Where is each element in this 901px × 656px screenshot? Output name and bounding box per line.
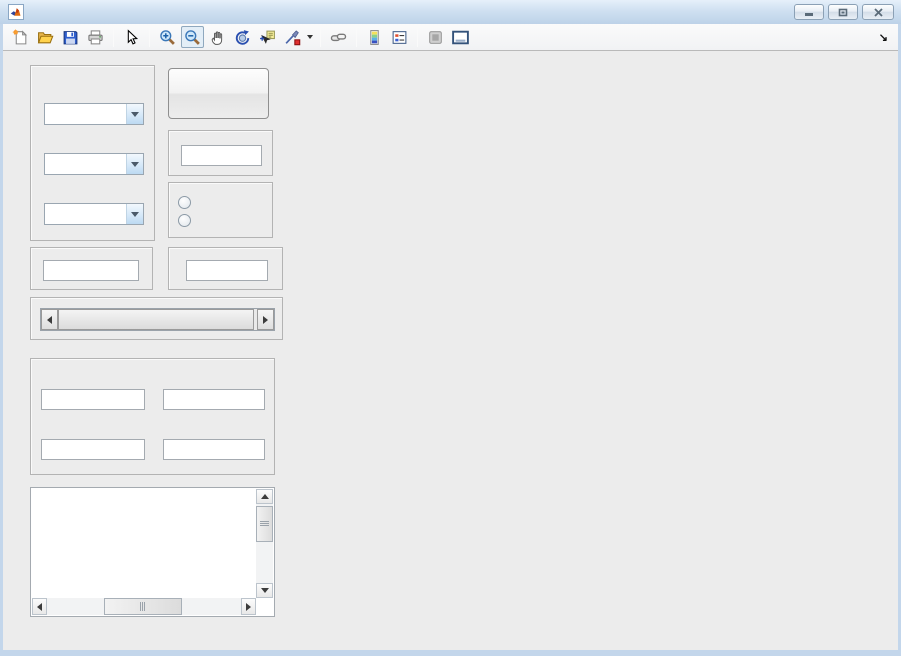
atom-b-dropdown[interactable] — [44, 153, 144, 175]
plot-type-listbox[interactable] — [30, 487, 275, 617]
matlab-logo-icon — [8, 4, 24, 20]
save-figure-icon[interactable] — [59, 26, 82, 48]
print-figure-icon[interactable] — [84, 26, 107, 48]
bc-distance-input[interactable] — [41, 439, 145, 460]
toolbar-separator — [417, 27, 418, 47]
pan-icon[interactable] — [206, 26, 229, 48]
cutoff-input[interactable] — [186, 260, 268, 281]
ab-momentum-input[interactable] — [163, 389, 265, 410]
figure-toolbar: ↘ — [3, 24, 898, 51]
calculation-type-panel — [168, 182, 273, 238]
open-file-icon[interactable] — [34, 26, 57, 48]
radio-icon[interactable] — [178, 196, 191, 209]
initial-conditions-panel — [30, 358, 275, 475]
collision-angle-panel — [30, 297, 283, 340]
scroll-left-icon[interactable] — [32, 598, 47, 615]
toolbar-separator — [320, 27, 321, 47]
zoom-out-icon[interactable] — [181, 26, 204, 48]
scrollbar-thumb[interactable] — [104, 598, 182, 615]
maximize-button[interactable] — [828, 4, 858, 20]
app-window: ↘ — [0, 0, 901, 656]
figure-canvas — [3, 51, 898, 650]
radio-icon[interactable] — [178, 214, 191, 227]
rotate-3d-icon[interactable] — [231, 26, 254, 48]
close-button[interactable] — [862, 4, 894, 20]
cutoff-panel — [168, 247, 283, 290]
atom-types-panel — [30, 65, 155, 241]
scrollbar-thumb[interactable] — [256, 506, 273, 542]
horizontal-scrollbar[interactable] — [32, 598, 256, 615]
chevron-down-icon[interactable] — [126, 104, 143, 124]
title-bar — [0, 0, 901, 24]
toolbar-separator — [113, 27, 114, 47]
scroll-right-icon[interactable] — [241, 598, 256, 615]
bc-momentum-input[interactable] — [163, 439, 265, 460]
brush-data-icon[interactable] — [281, 26, 304, 48]
new-figure-icon[interactable] — [9, 26, 32, 48]
collision-angle-slider[interactable] — [40, 308, 275, 331]
atom-c-dropdown[interactable] — [44, 203, 144, 225]
brush-dropdown-caret[interactable] — [305, 26, 315, 48]
minimize-button[interactable] — [794, 4, 824, 20]
steps-input[interactable] — [43, 260, 139, 281]
vertical-scrollbar[interactable] — [256, 489, 273, 598]
hide-plot-tools-icon[interactable] — [424, 26, 447, 48]
dynamics-radio[interactable] — [178, 196, 197, 209]
ab-distance-input[interactable] — [41, 389, 145, 410]
slider-thumb[interactable] — [58, 309, 254, 330]
slider-left-arrow[interactable] — [41, 309, 58, 330]
toolbar-overflow-icon[interactable]: ↘ — [879, 31, 888, 44]
insert-legend-icon[interactable] — [388, 26, 411, 48]
scroll-down-icon[interactable] — [256, 583, 273, 598]
listbox-items — [32, 489, 256, 598]
edit-plot-icon[interactable] — [120, 26, 143, 48]
mep-radio[interactable] — [178, 214, 197, 227]
toolbar-separator — [356, 27, 357, 47]
link-plot-icon[interactable] — [327, 26, 350, 48]
chevron-down-icon[interactable] — [126, 154, 143, 174]
data-cursor-icon[interactable] — [256, 26, 279, 48]
zoom-in-icon[interactable] — [156, 26, 179, 48]
delta-value-panel — [168, 130, 273, 176]
show-plot-tools-icon[interactable] — [449, 26, 472, 48]
steps-panel — [30, 247, 153, 290]
toolbar-separator — [149, 27, 150, 47]
slider-right-arrow[interactable] — [257, 309, 274, 330]
insert-colorbar-icon[interactable] — [363, 26, 386, 48]
atom-a-dropdown[interactable] — [44, 103, 144, 125]
scroll-up-icon[interactable] — [256, 489, 273, 504]
chevron-down-icon[interactable] — [126, 204, 143, 224]
update-button[interactable] — [168, 68, 269, 119]
delta-value-input[interactable] — [181, 145, 262, 166]
